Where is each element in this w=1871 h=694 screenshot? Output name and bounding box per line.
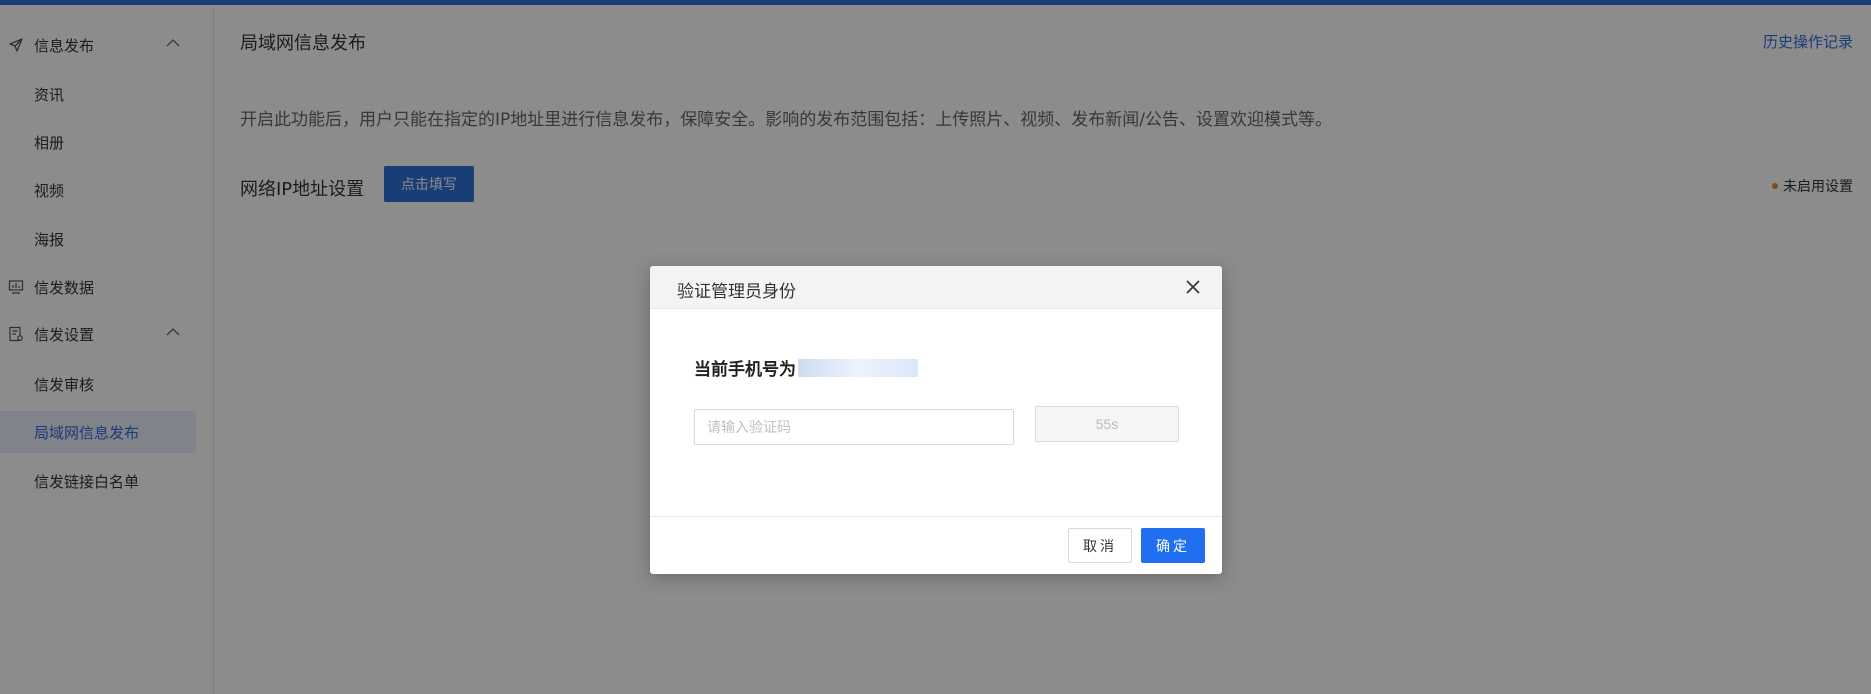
dialog-title: 验证管理员身份	[677, 282, 796, 302]
confirm-button[interactable]: 确定	[1141, 528, 1205, 563]
cancel-button[interactable]: 取消	[1068, 528, 1132, 563]
verification-code-input[interactable]	[694, 409, 1014, 445]
resend-code-countdown-button[interactable]: 55s	[1035, 406, 1179, 442]
dialog-header: 验证管理员身份	[650, 266, 1222, 309]
close-icon[interactable]	[1184, 278, 1202, 296]
verify-admin-dialog: 验证管理员身份 当前手机号为 55s 取消 确定	[650, 266, 1222, 574]
phone-row: 当前手机号为	[694, 355, 918, 380]
masked-phone-number	[798, 358, 918, 377]
dialog-footer: 取消 确定	[650, 516, 1222, 574]
phone-label: 当前手机号为	[694, 360, 796, 380]
